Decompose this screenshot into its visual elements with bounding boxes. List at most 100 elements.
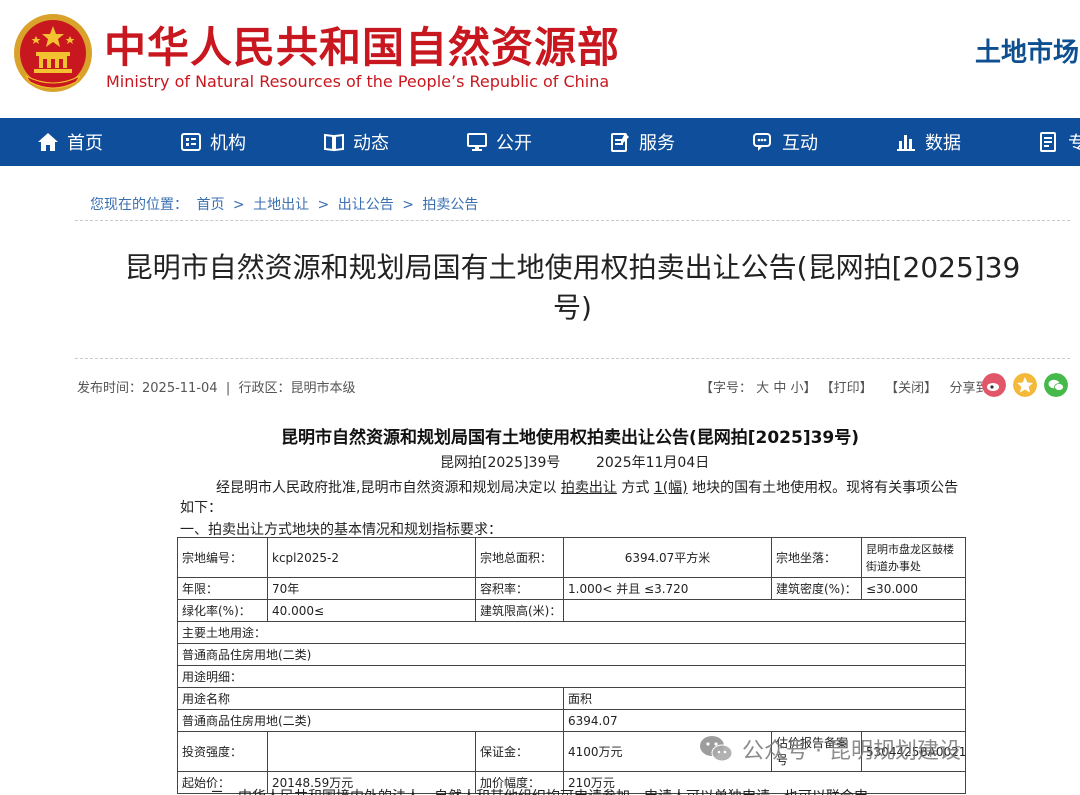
table-row: 用途明细：	[177, 665, 966, 688]
height-label: 建筑限高(米)：	[475, 599, 564, 622]
org-icon	[181, 133, 201, 151]
font-size-large[interactable]: 大	[756, 381, 769, 396]
para-count: 1(幅)	[653, 480, 688, 496]
nav-item-home[interactable]: 首页	[37, 118, 103, 166]
nav-item-interact[interactable]: 互动	[752, 118, 818, 166]
green-value: 40.000≤	[267, 599, 476, 622]
article-title: 昆明市自然资源和规划局国有土地使用权拍卖出让公告(昆网拍[2025]39号)	[280, 428, 860, 448]
main-use-label: 主要土地用途：	[177, 621, 966, 644]
para-method: 拍卖出让	[560, 480, 617, 496]
table-row: 用途名称 面积	[177, 687, 966, 710]
use-area-value: 6394.07	[563, 709, 966, 732]
use-name-header: 用途名称	[177, 687, 564, 710]
ministry-title-cn: 中华人民共和国自然资源部	[104, 23, 621, 72]
para-text-b: 方式	[616, 480, 654, 496]
article-meta: 发布时间：2025-11-04 | 行政区：昆明市本级	[77, 377, 356, 396]
location-value: 昆明市盘龙区鼓楼街道办事处	[861, 537, 966, 578]
wechat-share-icon[interactable]	[1044, 373, 1068, 397]
nav-label: 公开	[496, 133, 532, 154]
parcel-no-label: 宗地编号：	[177, 537, 268, 578]
wechat-watermark: 公众号 · 昆明规划建设	[698, 733, 961, 765]
qzone-share-icon[interactable]	[1013, 373, 1037, 397]
intro-paragraph: 经昆明市人民政府批准,昆明市自然资源和规划局决定以 拍卖出让 方式 1(幅) 地…	[180, 478, 970, 518]
area-label: 宗地总面积：	[475, 537, 564, 578]
monitor-icon	[467, 133, 487, 151]
density-value: ≤30.000	[861, 577, 966, 600]
site-header: 中华人民共和国自然资源部 Ministry of Natural Resourc…	[0, 0, 1080, 118]
breadcrumb-home[interactable]: 首页	[196, 197, 224, 213]
font-size-medium[interactable]: 中	[773, 381, 786, 396]
nav-item-org[interactable]: 机构	[180, 118, 246, 166]
notice-number: 昆网拍[2025]39号	[440, 455, 561, 471]
use-detail-label: 用途明细：	[177, 665, 966, 688]
deposit-label: 保证金：	[475, 731, 564, 772]
section-title: 土地市场	[975, 38, 1080, 68]
divider	[75, 220, 1070, 221]
nav-item-public[interactable]: 公开	[466, 118, 532, 166]
table-row: 宗地编号： kcpl2025-2 宗地总面积： 6394.07平方米 宗地坐落：…	[177, 537, 966, 578]
clipboard-icon	[611, 133, 629, 152]
region-label: 行政区：	[238, 381, 291, 396]
nav-item-news[interactable]: 动态	[323, 118, 389, 166]
invest-label: 投资强度：	[177, 731, 268, 772]
nav-label: 首页	[67, 133, 103, 154]
font-size-label: 【字号：	[700, 381, 753, 396]
font-size-small[interactable]: 小】	[790, 381, 816, 396]
watermark-text: 公众号 · 昆明规划建设	[742, 739, 961, 764]
table-row: 主要土地用途：	[177, 621, 966, 644]
section-heading-1: 一、拍卖出让方式地块的基本情况和规划指标要求：	[180, 522, 502, 538]
use-area-header: 面积	[563, 687, 966, 710]
wechat-icon	[700, 736, 733, 762]
page-title: 昆明市自然资源和规划局国有土地使用权拍卖出让公告(昆网拍[2025]39 号)	[75, 248, 1070, 328]
close-button[interactable]: 【关闭】	[885, 381, 937, 396]
weibo-share-icon[interactable]	[982, 373, 1006, 397]
meta-separator: |	[221, 381, 235, 396]
breadcrumb-land-transfer[interactable]: 土地出让	[253, 197, 309, 213]
home-icon	[38, 133, 58, 151]
table-row: 普通商品住房用地(二类)	[177, 643, 966, 666]
green-label: 绿化率(%)：	[177, 599, 268, 622]
chat-icon	[753, 133, 771, 151]
nav-label: 互动	[782, 133, 818, 154]
invest-value	[267, 731, 476, 772]
nav-item-service[interactable]: 服务	[609, 118, 675, 166]
nav-label: 数据	[925, 133, 961, 154]
breadcrumb-transfer-notice[interactable]: 出让公告	[338, 197, 394, 213]
breadcrumb-separator: >	[317, 197, 330, 213]
ministry-title-en: Ministry of Natural Resources of the Peo…	[106, 72, 610, 91]
breadcrumb-auction-notice[interactable]: 拍卖公告	[422, 197, 478, 213]
para-text-a: 经昆明市人民政府批准,昆明市自然资源和规划局决定以	[216, 480, 561, 496]
nav-label: 服务	[639, 133, 675, 154]
area-value: 6394.07平方米	[563, 537, 772, 578]
location-label: 宗地坐落：	[771, 537, 862, 578]
table-row: 年限： 70年 容积率： 1.000< 并且 ≤3.720 建筑密度(%)： ≤…	[177, 577, 966, 600]
term-value: 70年	[267, 577, 476, 600]
publish-label: 发布时间：	[77, 381, 143, 396]
far-value: 1.000< 并且 ≤3.720	[563, 577, 772, 600]
breadcrumb-prefix: 您现在的位置：	[90, 197, 188, 213]
main-nav: 首页 机构 动态 公开 服务 互动 数据 专	[0, 118, 1080, 166]
parcel-no-value: kcpl2025-2	[267, 537, 476, 578]
print-button[interactable]: 【打印】	[821, 381, 873, 396]
breadcrumb-separator: >	[232, 197, 245, 213]
divider	[75, 358, 1070, 359]
page-title-line1: 昆明市自然资源和规划局国有土地使用权拍卖出让公告(昆网拍[2025]39	[124, 251, 1021, 284]
breadcrumb: 您现在的位置： 首页 > 土地出让 > 出让公告 > 拍卖公告	[90, 194, 482, 214]
national-emblem-icon	[14, 14, 92, 92]
book-icon	[324, 133, 344, 152]
notice-date: 2025年11月04日	[595, 455, 710, 471]
nav-label: 动态	[353, 133, 389, 154]
article-tools: 【字号： 大 中 小】 【打印】 【关闭】 分享到：	[700, 377, 1002, 396]
use-name-value: 普通商品住房用地(二类)	[177, 709, 564, 732]
main-use-value: 普通商品住房用地(二类)	[177, 643, 966, 666]
region-value: 昆明市本级	[290, 381, 356, 396]
nav-item-special[interactable]: 专	[1038, 118, 1080, 166]
publish-date: 2025-11-04	[142, 381, 218, 396]
nav-label: 专	[1068, 133, 1080, 154]
term-label: 年限：	[177, 577, 268, 600]
bar-chart-icon	[897, 135, 915, 151]
nav-item-data[interactable]: 数据	[895, 118, 961, 166]
table-row: 绿化率(%)： 40.000≤ 建筑限高(米)：	[177, 599, 966, 622]
page-title-line2: 号)	[553, 291, 592, 324]
height-value	[563, 599, 966, 622]
